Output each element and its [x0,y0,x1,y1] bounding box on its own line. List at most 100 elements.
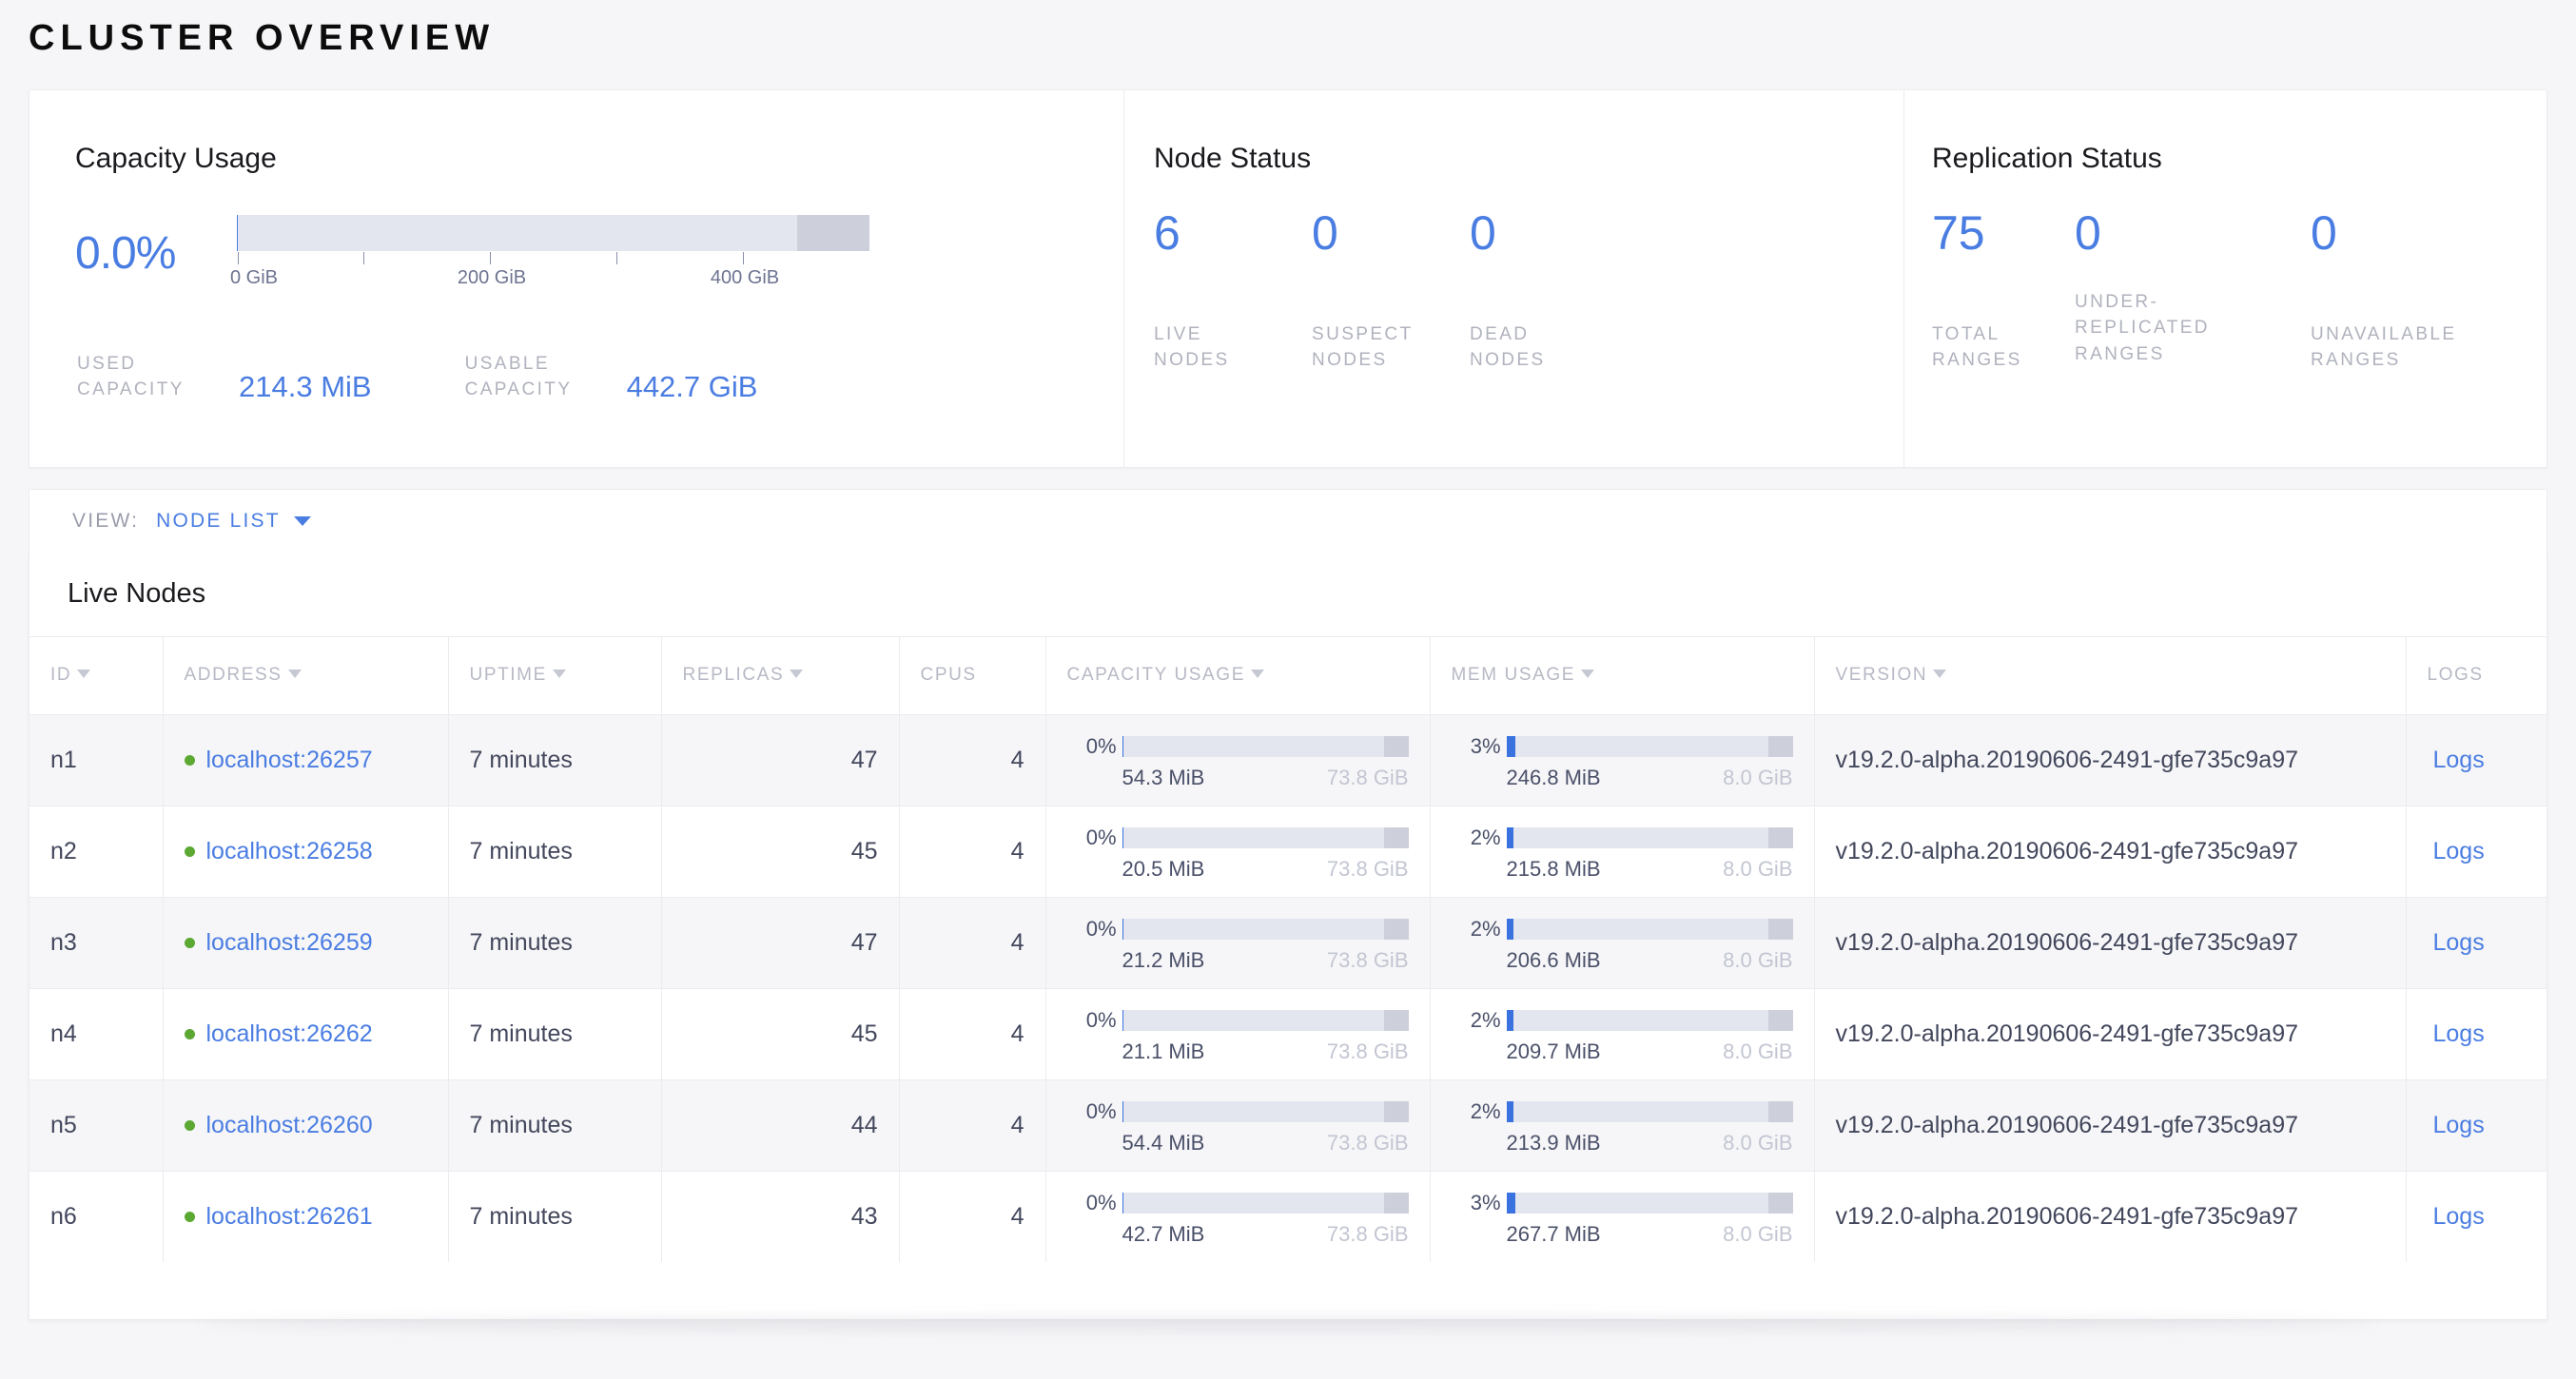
cell-capacity-usage: 0%42.7 MiB73.8 GiB [1045,1171,1430,1262]
under-replicated-ranges-stat: 0 UNDER-REPLICATEDRANGES [2075,209,2311,266]
mem-usage-bar-fill [1507,1193,1516,1214]
axis-tick [616,252,617,264]
capacity-usage-gauge: 0%54.3 MiB73.8 GiB [1067,730,1409,790]
column-header-version[interactable]: VERSION [1814,636,2406,714]
used-capacity-value: 214.3 MiB [239,372,372,403]
panel-shadow [201,1315,2375,1332]
cell-uptime: 7 minutes [448,806,661,897]
under-replicated-ranges-value: 0 [2075,209,2311,266]
table-row: n6 localhost:26261 7 minutes4340%42.7 MiB7… [29,1171,2547,1262]
live-nodes-table-body: n1localhost:262577 minutes4740%54.3 MiB7… [29,714,2547,1262]
capacity-usage-percent: 0% [1067,1008,1117,1033]
cell-logs: Logs [2406,714,2547,806]
column-header-id[interactable]: ID [29,636,163,714]
cell-uptime: 7 minutes [448,714,661,806]
table-row: n3localhost:262597 minutes4740%21.2 MiB7… [29,897,2547,988]
usable-capacity-value: 442.7 GiB [627,372,758,403]
column-header-address[interactable]: ADDRESS [163,636,448,714]
view-select-value: NODE LIST [156,510,281,533]
capacity-usage-used: 20.5 MiB [1122,857,1205,882]
column-label-address: ADDRESS [185,665,283,685]
view-label: VIEW: [72,510,139,533]
chevron-down-icon [294,516,311,526]
cell-cpus: 4 [899,897,1045,988]
cell-logs: Logs [2406,806,2547,897]
node-address-link[interactable]: localhost:26260 [206,1112,373,1139]
capacity-usage-bar-unusable [1384,919,1409,940]
column-header-cpus[interactable]: CPUS [899,636,1045,714]
mem-usage-percent: 2% [1452,1008,1501,1033]
node-address-link[interactable]: localhost:26262 [206,1020,373,1048]
node-address-link[interactable]: localhost:26259 [206,929,373,957]
table-row: n4localhost:262627 minutes4540%21.1 MiB7… [29,988,2547,1079]
mem-usage-bar-unusable [1768,1101,1793,1122]
node-status-section: Node Status 6 LIVENODES 0 SUSPECTNODES 0… [1123,90,1903,467]
total-ranges-label: TOTALRANGES [1932,321,2022,374]
cell-capacity-usage: 0%21.1 MiB73.8 GiB [1045,988,1430,1079]
cell-node-id: n6 [29,1171,163,1262]
cell-mem-usage: 2%213.9 MiB8.0 GiB [1430,1079,1814,1171]
usable-capacity-label: USABLE CAPACITY [465,351,615,403]
node-logs-link[interactable]: Logs [2433,929,2485,956]
axis-tick [363,252,364,264]
cell-version: v19.2.0-alpha.20190606-2491-gfe735c9a97 [1814,714,2406,806]
cell-uptime: 7 minutes [448,988,661,1079]
mem-usage-gauge: 3%246.8 MiB8.0 GiB [1452,730,1793,790]
column-label-logs: LOGS [2428,665,2484,685]
node-logs-link[interactable]: Logs [2433,1203,2485,1230]
axis-tick [743,252,744,264]
cell-address: localhost:26260 [163,1079,448,1171]
cell-replicas: 43 [661,1171,899,1262]
table-row: n5localhost:262607 minutes4440%54.4 MiB7… [29,1079,2547,1171]
capacity-usage-title: Capacity Usage [75,143,1123,175]
cell-cpus: 4 [899,806,1045,897]
node-logs-link[interactable]: Logs [2433,1020,2485,1047]
cell-uptime: 7 minutes [448,1171,661,1262]
mem-usage-percent: 3% [1452,1191,1501,1215]
view-select-dropdown[interactable]: NODE LIST [156,510,311,533]
capacity-usage-gauge: 0%54.4 MiB73.8 GiB [1067,1096,1409,1156]
cell-cpus: 4 [899,1079,1045,1171]
mem-usage-used: 213.9 MiB [1507,1131,1601,1156]
cell-capacity-usage: 0%54.3 MiB73.8 GiB [1045,714,1430,806]
dead-nodes-label: DEADNODES [1470,321,1546,374]
mem-usage-bar-unusable [1768,736,1793,757]
sort-caret-icon [1581,670,1594,678]
node-address-link[interactable]: localhost:26261 [206,1203,373,1231]
node-logs-link[interactable]: Logs [2433,1112,2485,1138]
capacity-usage-bar-track [1122,1101,1409,1122]
cell-replicas: 47 [661,714,899,806]
column-label-version: VERSION [1836,665,1928,685]
capacity-usage-bar-unusable [1384,1193,1409,1214]
capacity-usage-bar-track [1122,919,1409,940]
cell-replicas: 45 [661,806,899,897]
node-logs-link[interactable]: Logs [2433,838,2485,864]
column-label-cpus: CPUS [921,665,977,685]
capacity-bar-track [237,215,869,251]
capacity-usage-percent: 0% [1067,1099,1117,1124]
mem-usage-bar-unusable [1768,827,1793,848]
mem-usage-bar-track [1507,736,1793,757]
column-header-replicas[interactable]: REPLICAS [661,636,899,714]
capacity-usage-section: Capacity Usage 0.0% 0 GiB 2 [29,90,1123,467]
capacity-usage-gauge: 0%21.2 MiB73.8 GiB [1067,913,1409,973]
node-logs-link[interactable]: Logs [2433,747,2485,773]
page-title: CLUSTER OVERVIEW [0,0,2576,61]
mem-usage-bar-fill [1507,1010,1514,1031]
column-header-capacity-usage[interactable]: CAPACITY USAGE [1045,636,1430,714]
mem-usage-gauge: 2%206.6 MiB8.0 GiB [1452,913,1793,973]
column-header-uptime[interactable]: UPTIME [448,636,661,714]
mem-usage-gauge: 2%213.9 MiB8.0 GiB [1452,1096,1793,1156]
mem-usage-total: 8.0 GiB [1723,948,1792,973]
node-address-link[interactable]: localhost:26258 [206,838,373,865]
mem-usage-bar-track [1507,1193,1793,1214]
cell-cpus: 4 [899,1171,1045,1262]
axis-tick-label: 0 GiB [230,267,278,289]
cell-version: v19.2.0-alpha.20190606-2491-gfe735c9a97 [1814,897,2406,988]
mem-usage-bar-fill [1507,827,1514,848]
node-address-link[interactable]: localhost:26257 [206,747,373,774]
live-nodes-label: LIVENODES [1154,321,1230,374]
column-header-mem-usage[interactable]: MEM USAGE [1430,636,1814,714]
unavailable-ranges-label: UNAVAILABLERANGES [2311,321,2456,374]
capacity-usage-bar-track [1122,1010,1409,1031]
